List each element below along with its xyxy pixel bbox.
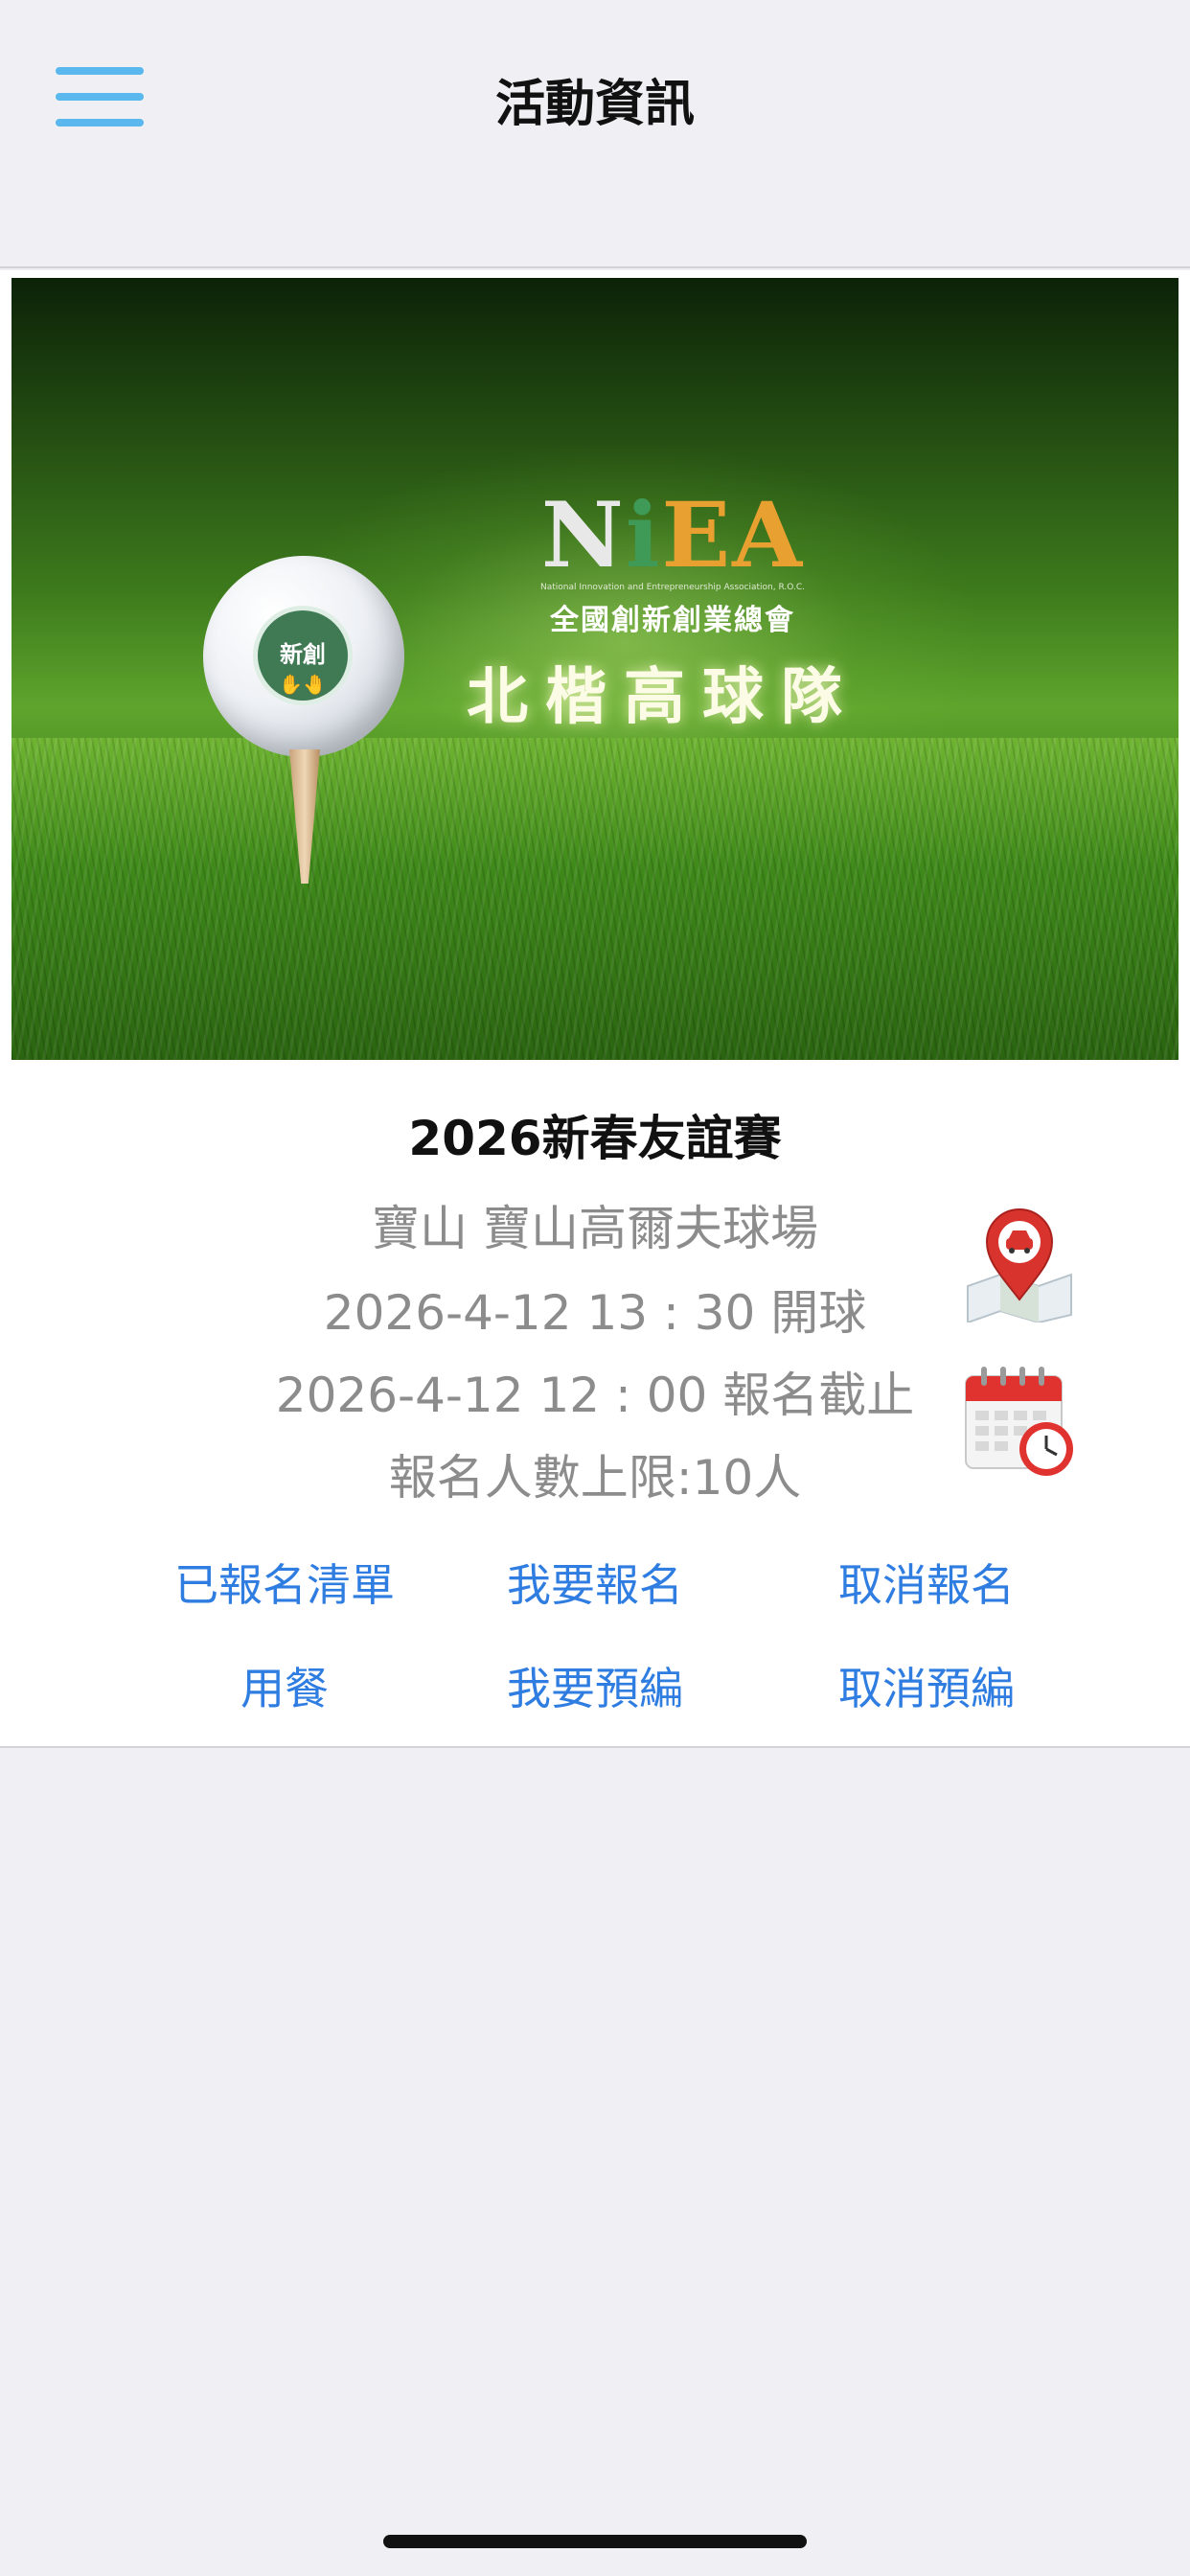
registered-list-button[interactable]: 已報名清單: [122, 1551, 447, 1614]
event-card: 新創 ✋🤚 NiEA National Innovation and Entre…: [0, 270, 1190, 1748]
pre-group-button[interactable]: 我要預編: [432, 1654, 758, 1717]
home-indicator[interactable]: [383, 2535, 807, 2548]
golf-ball-image: 新創 ✋🤚: [203, 556, 404, 757]
niea-logo: NiEA: [540, 483, 805, 588]
cancel-pre-group-button[interactable]: 取消預編: [764, 1654, 1089, 1717]
calendar-clock-icon[interactable]: [962, 1363, 1077, 1482]
page-title: 活動資訊: [494, 76, 695, 133]
map-pin-car-icon[interactable]: [962, 1208, 1077, 1322]
logo-chinese-name: 全國創新創業總會: [550, 604, 795, 637]
event-title: 2026新春友誼賽: [408, 1111, 782, 1166]
logo-subtitle: National Innovation and Entrepreneurship…: [540, 583, 805, 592]
navigation-bar: 活動資訊: [0, 0, 1190, 268]
register-button[interactable]: 我要報名: [432, 1551, 758, 1614]
association-emblem: 新創 ✋🤚: [253, 606, 353, 705]
team-name: 北楷高球隊: [467, 662, 859, 733]
cancel-registration-button[interactable]: 取消報名: [764, 1551, 1089, 1614]
event-banner-image: 新創 ✋🤚 NiEA National Innovation and Entre…: [11, 278, 1179, 1060]
meal-button[interactable]: 用餐: [122, 1654, 447, 1717]
